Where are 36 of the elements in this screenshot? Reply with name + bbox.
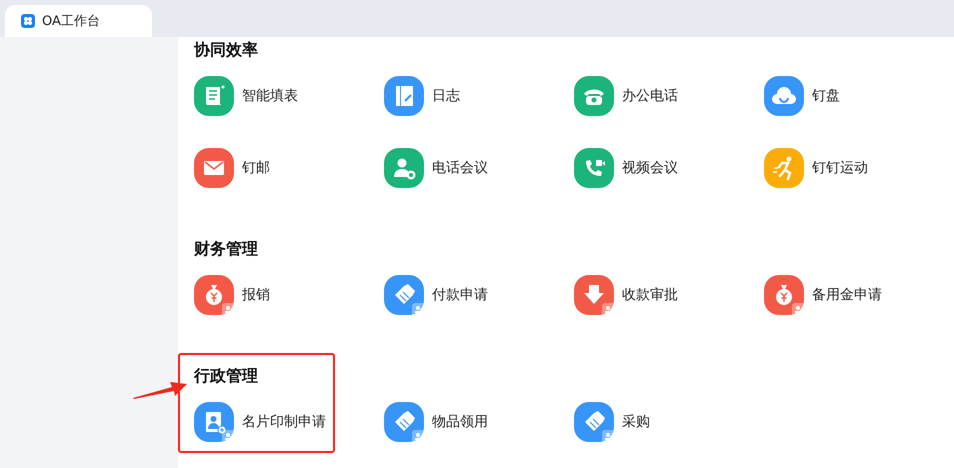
app-icon[interactable]	[384, 148, 424, 188]
app-grid-icon	[21, 14, 35, 28]
app-label[interactable]: 名片印制申请	[242, 413, 326, 431]
app-label[interactable]: 报销	[242, 286, 270, 304]
workbench-tab[interactable]: OA工作台	[5, 5, 152, 37]
app-icon[interactable]	[574, 402, 614, 442]
app-icon[interactable]	[764, 275, 804, 315]
app-icon[interactable]	[384, 76, 424, 116]
app-label[interactable]: 钉盘	[812, 87, 840, 105]
app-label[interactable]: 采购	[622, 413, 650, 431]
section-title: 行政管理	[194, 365, 258, 387]
app-icon[interactable]	[194, 275, 234, 315]
app-icon[interactable]	[384, 402, 424, 442]
app-icon[interactable]	[384, 275, 424, 315]
app-icon[interactable]	[574, 76, 614, 116]
section-title: 财务管理	[194, 238, 258, 260]
app-label[interactable]: 物品领用	[432, 413, 488, 431]
section-title: 协同效率	[194, 39, 258, 61]
app-icon[interactable]	[574, 275, 614, 315]
app-icon[interactable]	[194, 402, 234, 442]
app-label[interactable]: 电话会议	[432, 159, 488, 177]
app-label[interactable]: 视频会议	[622, 159, 678, 177]
app-icon[interactable]	[194, 76, 234, 116]
app-label[interactable]: 智能填表	[242, 87, 298, 105]
app-label[interactable]: 备用金申请	[812, 286, 882, 304]
app-label[interactable]: 付款申请	[432, 286, 488, 304]
app-label[interactable]: 钉邮	[242, 159, 270, 177]
app-label[interactable]: 钉钉运动	[812, 159, 868, 177]
app-icon[interactable]	[574, 148, 614, 188]
app-label[interactable]: 日志	[432, 87, 460, 105]
pointer-arrow	[132, 380, 188, 400]
app-label[interactable]: 办公电话	[622, 87, 678, 105]
app-icon[interactable]	[764, 148, 804, 188]
app-icon[interactable]	[764, 76, 804, 116]
app-icon[interactable]	[194, 148, 234, 188]
app-label[interactable]: 收款审批	[622, 286, 678, 304]
